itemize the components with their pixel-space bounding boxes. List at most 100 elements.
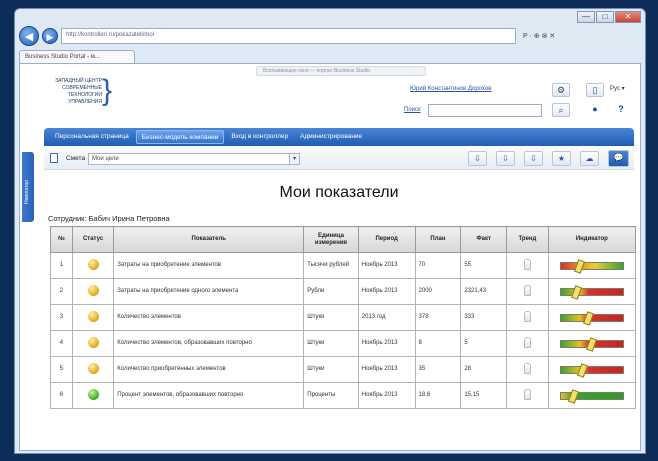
thermometer-icon[interactable]: [523, 284, 531, 296]
menu-item-admin[interactable]: Администрирование: [295, 130, 367, 144]
logo-line: УПРАВЛЕНИЯ: [68, 99, 102, 105]
row-number: 6: [50, 382, 73, 409]
unit-cell: Штуки: [303, 330, 359, 357]
col-header-period[interactable]: Период: [357, 226, 416, 253]
star-icon[interactable]: ★: [552, 151, 571, 166]
table-row[interactable]: 5 Количество приобретенных элементов Штуки…: [50, 356, 637, 383]
upload-icon[interactable]: ⇩: [524, 151, 543, 166]
page-title: Мои показатели: [279, 184, 399, 201]
back-icon[interactable]: ◀: [19, 26, 39, 46]
col-header-unit[interactable]: Единица измерения: [303, 226, 359, 253]
period-cell: Ноябрь 2013: [357, 356, 416, 383]
user-profile-link[interactable]: Юрий Константинов Дорохов: [410, 86, 491, 92]
maximize-button[interactable]: □: [596, 11, 614, 23]
goal-select[interactable]: Мои цели ▾: [88, 153, 300, 165]
forward-icon[interactable]: ▶: [42, 28, 58, 44]
col-header-number[interactable]: №: [50, 226, 73, 253]
gauge-cell: [547, 330, 637, 357]
search-icon[interactable]: ⌕: [552, 103, 570, 117]
trend-cell: [506, 304, 549, 331]
period-cell: Ноябрь 2013: [357, 278, 416, 305]
status-cell: [71, 304, 115, 331]
minimize-button[interactable]: —: [577, 11, 595, 23]
indicator-name[interactable]: Затраты на приобретение одного элемента: [113, 278, 305, 305]
search-input[interactable]: [428, 104, 542, 117]
table-row[interactable]: 2 Затраты на приобретение одного элемента…: [50, 278, 637, 305]
settings-icon[interactable]: ⚙: [552, 83, 570, 97]
col-header-gauge[interactable]: Индикатор: [547, 226, 637, 253]
export-icon[interactable]: ⇩: [496, 151, 515, 166]
download-icon[interactable]: ⇩: [468, 151, 487, 166]
indicator-name[interactable]: Количество элементов, образовавших повто…: [113, 330, 305, 357]
col-header-plan[interactable]: План: [414, 226, 462, 253]
company-logo[interactable]: ЗАПАДНЫЙ ЦЕНТР СОВРЕМЕННЫЕ ТЕХНОЛОГИИ УП…: [44, 76, 112, 106]
chevron-down-icon[interactable]: ▾: [289, 154, 299, 164]
menu-item-controller[interactable]: Вход в контроллер: [226, 130, 293, 144]
fact-cell: 2321,43: [460, 278, 508, 305]
window-controls: — □ ✕: [577, 11, 641, 23]
period-cell: Ноябрь 2013: [357, 330, 416, 357]
status-yellow-icon: [87, 362, 99, 374]
fact-cell: 5: [460, 330, 508, 357]
indicator-name[interactable]: Процент элементов, образовавших повторно: [113, 382, 305, 409]
toolbar-label: Смета: [66, 155, 86, 162]
status-yellow-icon: [87, 284, 99, 296]
gauge-bar: [559, 284, 624, 300]
table-row[interactable]: 3 Количество элементов Штуки 2013 год 378 333: [50, 304, 637, 331]
gauge-bar: [559, 336, 624, 352]
plan-cell: 18,6: [414, 382, 462, 409]
thermometer-icon[interactable]: [523, 258, 531, 270]
popup-hint-tab: Всплывающее окно — портал Business Studi…: [256, 66, 426, 76]
col-header-indicator-name[interactable]: Показатель: [113, 226, 305, 253]
gauge-marker-icon: [585, 336, 597, 352]
goal-select-value: Мои цели: [92, 156, 119, 162]
indicator-name[interactable]: Количество элементов: [113, 304, 305, 331]
col-header-fact[interactable]: Факт: [460, 226, 508, 253]
status-yellow-icon: [87, 310, 99, 322]
unit-cell: Штуки: [303, 356, 359, 383]
gauge-bar: [559, 258, 624, 274]
col-header-trend[interactable]: Тренд: [506, 226, 549, 253]
chat-icon[interactable]: ●: [586, 103, 604, 117]
thermometer-icon[interactable]: [523, 336, 531, 348]
indicator-name[interactable]: Затраты на приобретение элементов: [113, 252, 305, 279]
indicators-table: № Статус Показатель Единица измерения Пе…: [50, 226, 637, 409]
plan-cell: 378: [414, 304, 462, 331]
thermometer-icon[interactable]: [523, 388, 531, 400]
gauge-marker-icon: [570, 284, 582, 300]
browser-nav-row: ◀ ▶ http://kontrolleri.ru/pokazateli/moi…: [19, 25, 641, 47]
web-page: ЗАПАДНЫЙ ЦЕНТР СОВРЕМЕННЫЕ ТЕХНОЛОГИИ УП…: [19, 63, 641, 451]
row-number: 2: [50, 278, 73, 305]
table-row[interactable]: 1 Затраты на приобретение элементов Тысячи…: [50, 252, 637, 279]
col-header-status[interactable]: Статус: [71, 226, 115, 253]
status-cell: [71, 330, 115, 357]
row-number: 5: [50, 356, 73, 383]
browser-tab[interactable]: Business Studio Portal - м...: [19, 50, 135, 63]
trend-cell: [506, 278, 549, 305]
thermometer-icon[interactable]: [523, 362, 531, 374]
language-selector[interactable]: Рус ▾: [610, 85, 625, 92]
toolbar: Смета Мои цели ▾ ⇩ ⇩ ⇩ ★ ☁ 💬: [44, 148, 634, 170]
unit-cell: Проценты: [303, 382, 359, 409]
address-tools[interactable]: P · ⊕ ⊗ ✕: [523, 32, 555, 40]
comment-icon[interactable]: 💬: [608, 150, 629, 167]
thermometer-icon[interactable]: [523, 310, 531, 322]
status-cell: [71, 356, 115, 383]
help-icon[interactable]: ?: [612, 103, 630, 117]
fact-cell: 55: [460, 252, 508, 279]
table-row[interactable]: 6 Процент элементов, образовавших повторн…: [50, 382, 637, 409]
phone-icon[interactable]: ▯: [586, 83, 604, 97]
address-bar[interactable]: http://kontrolleri.ru/pokazateli/moi: [61, 28, 516, 44]
trend-cell: [506, 252, 549, 279]
navigator-side-tab[interactable]: Навигатор: [22, 152, 34, 222]
table-row[interactable]: 4 Количество элементов, образовавших повт…: [50, 330, 637, 357]
menu-item-business-model[interactable]: Бизнес-модель компании: [135, 130, 225, 144]
close-button[interactable]: ✕: [615, 11, 641, 23]
logo-brace-icon: }: [101, 74, 112, 107]
logo-line: ЗАПАДНЫЙ ЦЕНТР: [55, 78, 102, 84]
search-label[interactable]: Поиск: [404, 107, 421, 113]
row-number: 4: [50, 330, 73, 357]
menu-item-personal[interactable]: Персональная страница: [50, 130, 134, 144]
cloud-icon[interactable]: ☁: [580, 151, 599, 166]
indicator-name[interactable]: Количество приобретенных элементов: [113, 356, 305, 383]
